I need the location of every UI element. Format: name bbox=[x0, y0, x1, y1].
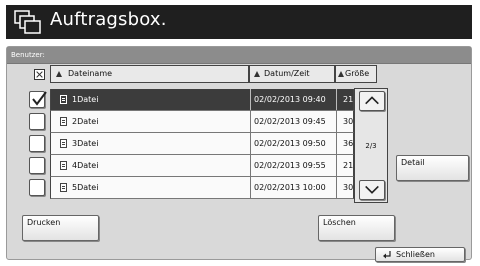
file-date: 02/02/2013 09:40 bbox=[250, 89, 336, 110]
file-name: 4Datei bbox=[72, 161, 99, 170]
page-title: Auftragsbox. bbox=[50, 9, 167, 30]
table-row[interactable]: 2Datei 02/02/2013 09:45 30 MB bbox=[23, 111, 368, 133]
sort-ascending-icon bbox=[338, 71, 344, 77]
file-name: 2Datei bbox=[72, 117, 99, 126]
row-checkbox[interactable] bbox=[29, 113, 45, 130]
file-icon bbox=[60, 95, 67, 104]
table-row[interactable]: 3Datei 02/02/2013 09:50 36 MB bbox=[23, 133, 368, 155]
chevron-down-icon bbox=[365, 185, 379, 194]
title-bar: Auftragsbox. bbox=[6, 5, 472, 39]
user-label: Benutzer: bbox=[11, 51, 45, 59]
file-date: 02/02/2013 10:00 bbox=[250, 177, 336, 198]
panel-label-bar: Benutzer: bbox=[7, 47, 471, 64]
delete-button-label: Löschen bbox=[323, 218, 356, 227]
print-button-label: Drucken bbox=[27, 218, 61, 227]
file-name: 3Datei bbox=[72, 139, 99, 148]
file-icon bbox=[60, 117, 67, 126]
file-icon bbox=[60, 139, 67, 148]
scroll-panel: 2/3 bbox=[354, 88, 388, 203]
file-name: 1Datei bbox=[72, 95, 99, 104]
file-icon bbox=[60, 161, 67, 170]
return-arrow-icon bbox=[383, 251, 391, 259]
checkmark-icon bbox=[32, 91, 47, 106]
row-checkbox[interactable] bbox=[29, 157, 45, 174]
close-button[interactable]: Schließen bbox=[375, 247, 465, 262]
file-date: 02/02/2013 09:50 bbox=[250, 133, 336, 154]
page-indicator: 2/3 bbox=[365, 142, 377, 150]
scroll-up-button[interactable] bbox=[359, 91, 385, 111]
file-date: 02/02/2013 09:55 bbox=[250, 155, 336, 176]
column-header-date[interactable]: Datum/Zeit bbox=[249, 65, 335, 83]
sort-ascending-icon bbox=[254, 71, 260, 77]
detail-button-label: Detail bbox=[401, 158, 425, 167]
job-box-screen: Auftragsbox. Benutzer: Dateiname Datum/Z… bbox=[0, 0, 480, 266]
file-date: 02/02/2013 09:45 bbox=[250, 111, 336, 132]
row-checkbox[interactable] bbox=[29, 135, 45, 152]
print-button[interactable]: Drucken bbox=[22, 215, 99, 241]
sort-ascending-icon bbox=[56, 71, 62, 77]
row-checkbox[interactable] bbox=[29, 91, 47, 108]
chevron-up-icon bbox=[365, 96, 379, 105]
row-checkbox[interactable] bbox=[29, 179, 45, 196]
scroll-down-button[interactable] bbox=[359, 180, 385, 200]
detail-button[interactable]: Detail bbox=[396, 155, 469, 181]
delete-button[interactable]: Löschen bbox=[318, 215, 395, 241]
file-name: 5Datei bbox=[72, 183, 99, 192]
document-box-icon bbox=[14, 10, 41, 34]
table-row[interactable]: 4Datei 02/02/2013 09:55 21 MB bbox=[23, 155, 368, 177]
table-row[interactable]: 5Datei 02/02/2013 10:00 30 MB bbox=[23, 177, 368, 199]
column-header-name[interactable]: Dateiname bbox=[50, 65, 249, 83]
table-row[interactable]: 1Datei 02/02/2013 09:40 21 MB bbox=[23, 89, 368, 111]
column-header-size[interactable]: Größe bbox=[335, 65, 377, 83]
file-icon bbox=[60, 183, 67, 192]
close-button-label: Schließen bbox=[396, 250, 435, 259]
